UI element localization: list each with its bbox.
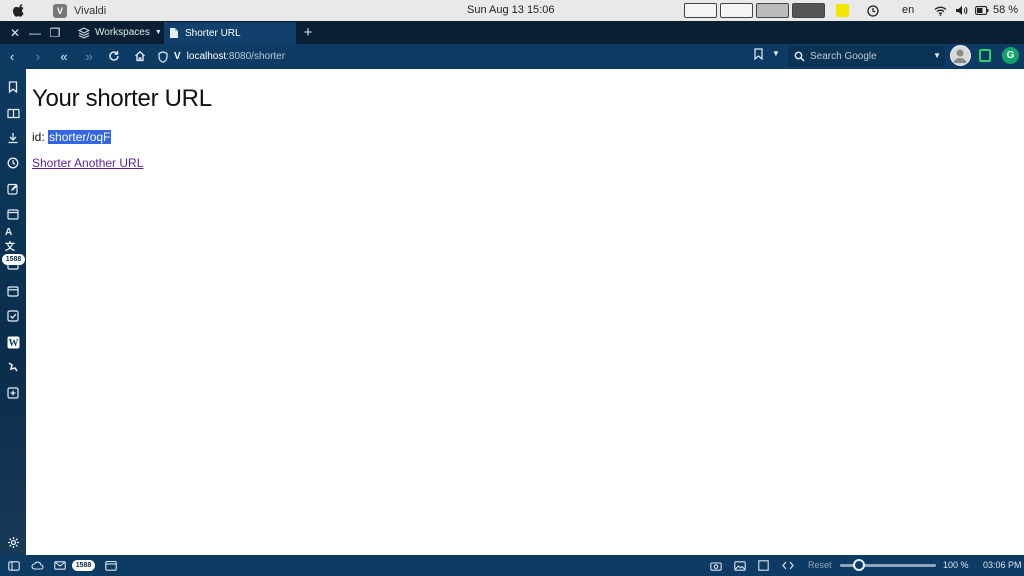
side-panel: A文 1588 W <box>0 69 26 555</box>
page-actions-icon[interactable] <box>781 559 794 572</box>
reload-icon[interactable] <box>106 48 122 64</box>
workspace-thumbnail-3[interactable] <box>756 3 789 18</box>
vivaldi-site-icon: V <box>174 51 181 62</box>
search-placeholder: Search Google <box>810 51 877 62</box>
feed-icon[interactable] <box>5 359 21 375</box>
search-field[interactable]: Search Google ▼ <box>788 46 945 67</box>
calendar-icon[interactable] <box>5 283 21 299</box>
minimize-window-icon[interactable]: — <box>25 23 45 43</box>
language-indicator[interactable]: en <box>902 4 914 16</box>
zoom-slider-handle[interactable] <box>853 559 865 571</box>
url-host: localhost <box>186 51 227 62</box>
workspace-thumbnail-2[interactable] <box>720 3 753 18</box>
volume-icon[interactable] <box>954 4 968 17</box>
tab-shorter-url[interactable]: Shorter URL <box>164 22 296 44</box>
image-toggle-icon[interactable] <box>733 559 746 572</box>
workspaces-label: Workspaces <box>95 27 150 38</box>
sync-cloud-icon[interactable] <box>31 559 44 572</box>
short-id-value[interactable]: shorter/oqF <box>48 130 112 144</box>
page-content: Your shorter URL id: shorter/oqF Shorter… <box>26 69 1024 555</box>
tab-bar: ✕ — ❐ Workspaces ▼ Shorter URL + <box>0 21 1024 44</box>
workspace-thumbnail-1[interactable] <box>684 3 717 18</box>
bookmark-page-icon[interactable] <box>754 48 763 63</box>
search-icon <box>794 51 805 62</box>
layers-icon <box>78 26 90 39</box>
sticky-notes-icon[interactable] <box>836 4 849 17</box>
capture-icon[interactable] <box>709 559 722 572</box>
home-icon[interactable] <box>132 48 148 64</box>
downloads-icon[interactable] <box>5 130 21 146</box>
url-field[interactable]: V localhost:8080/shorter <box>158 48 285 65</box>
status-clock: 03:06 PM <box>983 560 1022 570</box>
address-bar: ‹ › « » V localhost:8080/shorter ▼ Searc… <box>0 44 1024 69</box>
battery-percentage: 58 % <box>993 4 1019 16</box>
shorter-another-url-link[interactable]: Shorter Another URL <box>32 156 143 170</box>
svg-text:W: W <box>8 338 18 349</box>
mail-unread-badge: 1588 <box>72 560 95 571</box>
system-clock[interactable]: Sun Aug 13 15:06 <box>467 4 554 16</box>
settings-icon[interactable] <box>5 534 21 550</box>
restore-window-icon[interactable]: ❐ <box>45 23 65 43</box>
close-window-icon[interactable]: ✕ <box>5 23 25 43</box>
notes-icon[interactable] <box>5 181 21 197</box>
grammarly-extension-icon[interactable]: G <box>1002 47 1019 64</box>
history-icon[interactable] <box>5 155 21 171</box>
translate-icon[interactable]: A文 <box>5 227 21 253</box>
rewind-icon[interactable]: « <box>56 48 72 64</box>
vivaldi-logo-icon: V <box>53 3 67 18</box>
apple-icon[interactable] <box>12 4 26 18</box>
zoom-level: 100 % <box>943 560 969 570</box>
shield-icon[interactable] <box>158 50 168 63</box>
page-icon <box>170 28 178 38</box>
reading-list-icon[interactable] <box>5 105 21 121</box>
app-name: Vivaldi <box>74 4 107 17</box>
chevron-down-icon[interactable]: ▼ <box>933 51 941 60</box>
fast-forward-icon[interactable]: » <box>81 48 97 64</box>
page-tiling-icon[interactable] <box>757 559 770 572</box>
wifi-icon[interactable] <box>933 4 947 17</box>
forward-icon[interactable]: › <box>30 48 46 64</box>
wikipedia-icon[interactable]: W <box>5 334 21 350</box>
profile-avatar[interactable] <box>950 45 971 66</box>
workspace-thumbnail-4[interactable] <box>792 3 825 18</box>
new-tab-button[interactable]: + <box>300 23 316 41</box>
battery-icon[interactable] <box>975 4 989 17</box>
mail-unread-badge: 1588 <box>2 254 25 265</box>
chevron-down-icon: ▼ <box>154 29 162 36</box>
bookmark-icon[interactable] <box>5 79 21 95</box>
tab-title: Shorter URL <box>185 27 241 39</box>
calendar-status-icon[interactable] <box>104 559 117 572</box>
add-panel-icon[interactable] <box>5 385 21 401</box>
short-id-label: id: <box>32 130 49 144</box>
url-path: :8080/shorter <box>226 51 286 62</box>
chevron-down-icon[interactable]: ▼ <box>772 49 780 58</box>
system-menu-bar: V Vivaldi Sun Aug 13 15:06 en 58 % <box>0 0 1024 21</box>
mail-status-icon[interactable] <box>53 559 66 572</box>
screen: V Vivaldi Sun Aug 13 15:06 en 58 % ✕ — ❐… <box>0 0 1024 576</box>
zoom-reset-button[interactable]: Reset <box>808 560 832 570</box>
page-title: Your shorter URL <box>32 85 212 112</box>
tasks-icon[interactable] <box>5 308 21 324</box>
short-id-line: id: shorter/oqF <box>32 130 112 144</box>
lock-extension-icon[interactable] <box>979 49 991 62</box>
toggle-panel-icon[interactable] <box>7 559 20 572</box>
back-icon[interactable]: ‹ <box>4 48 20 64</box>
status-bar: 1588 Reset 100 % 03:06 PM <box>0 555 1024 576</box>
clock-app-icon[interactable] <box>866 4 880 17</box>
workspaces-button[interactable]: Workspaces ▼ <box>78 24 162 41</box>
window-icon[interactable] <box>5 206 21 222</box>
